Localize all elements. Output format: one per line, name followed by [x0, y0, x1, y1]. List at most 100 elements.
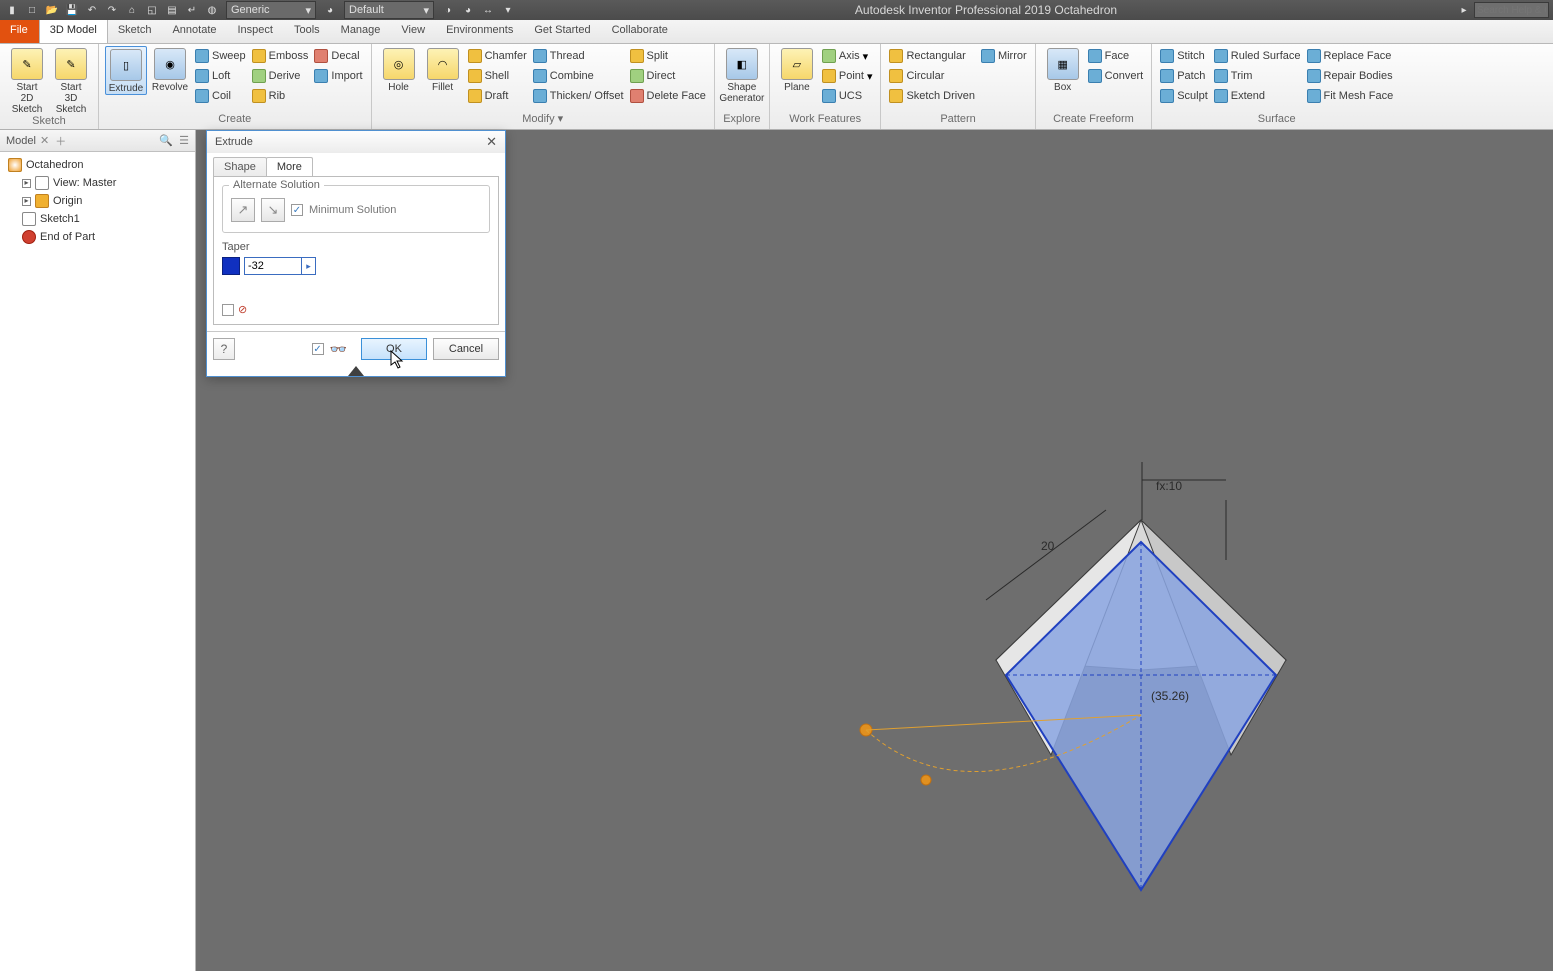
axis-button[interactable]: Axis ▾	[820, 46, 875, 66]
start-3d-sketch-button[interactable]: ✎Start 3D Sketch	[50, 46, 92, 115]
patch-button[interactable]: Patch	[1158, 66, 1210, 86]
appearance-icon[interactable]: ◕	[322, 2, 338, 18]
decal-button[interactable]: Decal	[312, 46, 364, 66]
tree-sketch1[interactable]: Sketch1	[4, 210, 191, 228]
min-solution-checkbox[interactable]: ✓	[291, 204, 303, 216]
thicken-button[interactable]: Thicken/ Offset	[531, 86, 626, 106]
box-button[interactable]: ▦Box	[1042, 46, 1084, 93]
dialog-expand-arrow[interactable]	[348, 366, 364, 376]
save-icon[interactable]: 💾	[64, 2, 80, 18]
qat-icon-1[interactable]: ◑	[440, 2, 456, 18]
direct-button[interactable]: Direct	[628, 66, 708, 86]
redo-icon[interactable]: ↷	[104, 2, 120, 18]
face-button[interactable]: Face	[1086, 46, 1146, 66]
repair-bodies-button[interactable]: Repair Bodies	[1305, 66, 1396, 86]
chamfer-button[interactable]: Chamfer	[466, 46, 529, 66]
emboss-button[interactable]: Emboss	[250, 46, 311, 66]
browser-menu-icon[interactable]: ☰	[179, 134, 189, 147]
shape-generator-button[interactable]: ◧Shape Generator	[721, 46, 763, 104]
tab-environments[interactable]: Environments	[436, 20, 524, 43]
start-2d-sketch-button[interactable]: ✎Start 2D Sketch	[6, 46, 48, 115]
preview-checkbox[interactable]: ✓	[312, 343, 324, 355]
cancel-button[interactable]: Cancel	[433, 338, 499, 360]
ruled-surface-button[interactable]: Ruled Surface	[1212, 46, 1303, 66]
tree-end-of-part[interactable]: End of Part	[4, 228, 191, 246]
ok-button[interactable]: OK	[361, 338, 427, 360]
replace-face-button[interactable]: Replace Face	[1305, 46, 1396, 66]
coil-button[interactable]: Coil	[193, 86, 248, 106]
fit-mesh-face-button[interactable]: Fit Mesh Face	[1305, 86, 1396, 106]
tree-origin[interactable]: ▸Origin	[4, 192, 191, 210]
draft-button[interactable]: Draft	[466, 86, 529, 106]
loft-button[interactable]: Loft	[193, 66, 248, 86]
tab-annotate[interactable]: Annotate	[162, 20, 227, 43]
app-icon[interactable]: ▮	[4, 2, 20, 18]
tab-view[interactable]: View	[391, 20, 436, 43]
home-icon[interactable]: ⌂	[124, 2, 140, 18]
help-button[interactable]: ?	[213, 338, 235, 360]
derive-button[interactable]: Derive	[250, 66, 311, 86]
rib-button[interactable]: Rib	[250, 86, 311, 106]
tree-view[interactable]: ▸View: Master	[4, 174, 191, 192]
circular-button[interactable]: Circular	[887, 66, 976, 86]
extend-button[interactable]: Extend	[1212, 86, 1303, 106]
expander-icon[interactable]: ▸	[22, 197, 31, 206]
dialog-close-icon[interactable]: ✕	[486, 134, 497, 150]
fillet-button[interactable]: ◠Fillet	[422, 46, 464, 93]
material-dropdown[interactable]: Generic▾	[226, 1, 316, 19]
convert-button[interactable]: Convert	[1086, 66, 1146, 86]
browser-add-tab[interactable]: ＋	[55, 133, 66, 149]
stitch-button[interactable]: Stitch	[1158, 46, 1210, 66]
mirror-button[interactable]: Mirror	[979, 46, 1029, 66]
update-icon[interactable]: ◱	[144, 2, 160, 18]
search-input[interactable]	[1474, 2, 1549, 18]
new-icon[interactable]: □	[24, 2, 40, 18]
undo-icon[interactable]: ↶	[84, 2, 100, 18]
return-icon[interactable]: ↵	[184, 2, 200, 18]
tab-3d-model[interactable]: 3D Model	[39, 20, 108, 43]
browser-close-icon[interactable]: ✕	[40, 134, 49, 147]
combine-button[interactable]: Combine	[531, 66, 626, 86]
taper-input[interactable]	[244, 257, 302, 275]
tab-collaborate[interactable]: Collaborate	[602, 20, 679, 43]
ucs-button[interactable]: UCS	[820, 86, 875, 106]
taper-swatch[interactable]	[222, 257, 240, 275]
qat-dropdown-icon[interactable]: ▾	[500, 2, 516, 18]
tree-root[interactable]: Octahedron	[4, 156, 191, 174]
trim-button[interactable]: Trim	[1212, 66, 1303, 86]
split-button[interactable]: Split	[628, 46, 708, 66]
open-icon[interactable]: 📂	[44, 2, 60, 18]
sweep-button[interactable]: Sweep	[193, 46, 248, 66]
alt-sol-button-1[interactable]: ↗	[231, 198, 255, 222]
plane-button[interactable]: ▱Plane	[776, 46, 818, 93]
browser-search-icon[interactable]: 🔍	[159, 134, 173, 147]
tab-shape[interactable]: Shape	[213, 157, 267, 176]
tab-manage[interactable]: Manage	[331, 20, 392, 43]
tab-inspect[interactable]: Inspect	[228, 20, 284, 43]
taper-dropdown-icon[interactable]: ▸	[302, 257, 316, 275]
appearance-dropdown[interactable]: Default▾	[344, 1, 434, 19]
expander-icon[interactable]: ▸	[22, 179, 31, 188]
tab-get-started[interactable]: Get Started	[524, 20, 601, 43]
sketch-driven-button[interactable]: Sketch Driven	[887, 86, 976, 106]
revolve-button[interactable]: ◉Revolve	[149, 46, 191, 93]
alt-sol-button-2[interactable]: ↘	[261, 198, 285, 222]
tab-more[interactable]: More	[266, 157, 313, 176]
tab-sketch[interactable]: Sketch	[108, 20, 163, 43]
dialog-titlebar[interactable]: Extrude ✕	[207, 131, 505, 153]
tab-tools[interactable]: Tools	[284, 20, 331, 43]
match-shape-checkbox[interactable]	[222, 304, 234, 316]
qat-icon-2[interactable]: ◕	[460, 2, 476, 18]
tab-file[interactable]: File	[0, 20, 39, 43]
search-icon[interactable]: ▸	[1456, 2, 1472, 18]
extrude-button[interactable]: ▯Extrude	[105, 46, 147, 95]
shell-button[interactable]: Shell	[466, 66, 529, 86]
point-button[interactable]: Point ▾	[820, 66, 875, 86]
thread-button[interactable]: Thread	[531, 46, 626, 66]
rectangular-button[interactable]: Rectangular	[887, 46, 976, 66]
hole-button[interactable]: ◎Hole	[378, 46, 420, 93]
globe-icon[interactable]: ◍	[204, 2, 220, 18]
projects-icon[interactable]: ▤	[164, 2, 180, 18]
qat-icon-3[interactable]: ↔	[480, 2, 496, 18]
import-button[interactable]: Import	[312, 66, 364, 86]
